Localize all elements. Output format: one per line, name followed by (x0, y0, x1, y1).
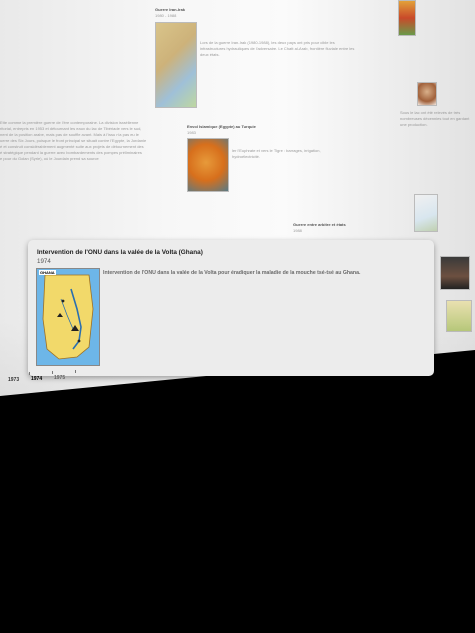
timeline-year-1973[interactable]: 1973 (8, 377, 19, 383)
timeline-tick (52, 371, 53, 374)
left-paragraph-line: uerre des Six Jours, puisque le front pr… (0, 138, 147, 143)
top-item-map-thumbnail[interactable] (155, 22, 197, 108)
right-portrait-thumbnail[interactable] (417, 82, 437, 106)
event-description: Intervention de l'ONU dans la valée de l… (103, 270, 361, 276)
left-paragraph-line: é stratégique pendant la guerre avec bom… (0, 150, 142, 155)
left-paragraph: Ette comme la première guerre de l'ère c… (0, 120, 160, 162)
timeline-bar[interactable]: 1973 1974 1975 (0, 368, 475, 390)
timeline-year-1975[interactable]: 1975 (54, 375, 65, 381)
timeline-year-1974-selected[interactable]: 1974 (31, 376, 42, 382)
top-item-title: Guerre Iran-Irak (155, 7, 186, 12)
left-paragraph-line: Ette comme la première guerre de l'ère c… (0, 120, 139, 125)
timeline-tick (75, 370, 76, 373)
map-label: GHANA (39, 270, 56, 275)
right-photo-thumbnail[interactable] (440, 256, 470, 290)
app-screen: Guerre Iran-Irak 1980 - 1988 Lors de la … (0, 0, 475, 633)
right-column-text: Sous le lac ont été relevés de très nomb… (400, 110, 470, 127)
left-paragraph-line: é et construit considérablement augmenté… (0, 144, 144, 149)
ghana-map-thumbnail[interactable]: GHANA (36, 268, 100, 366)
mid-item-title: Envol Islamique (Egypte) au Turquie (187, 124, 256, 129)
timeline-tick (29, 372, 30, 375)
mid-item-map-thumbnail[interactable] (187, 138, 229, 192)
right-map-thumbnail-1[interactable] (398, 0, 416, 36)
lower-item-title: Guerre entre arbitre et états (293, 222, 346, 227)
event-year: 1974 (37, 258, 51, 265)
right-map-thumbnail-2[interactable] (414, 194, 438, 232)
mid-item-text: ler l'Euphrate et vers le Tigre : barrag… (232, 148, 321, 159)
left-paragraph-line: e pour du Golan (Syrie), où le Jourdain … (0, 156, 99, 161)
lower-item-year: 1988 (293, 228, 302, 233)
left-paragraph-line: ritorial, entrepris en 1953 et détournan… (0, 126, 142, 131)
top-item-year: 1980 - 1988 (155, 13, 177, 18)
ghana-map-graphic (37, 269, 99, 365)
top-item-text: Lors de la guerre Iran-Irak (1980-1988),… (200, 40, 355, 57)
left-paragraph-line: nent de la position arabe, mais pas de s… (0, 132, 139, 137)
event-title: Intervention de l'ONU dans la valée de l… (37, 249, 203, 256)
right-map-thumbnail-3[interactable] (446, 300, 472, 332)
mid-item-year: 1983 (187, 130, 196, 135)
